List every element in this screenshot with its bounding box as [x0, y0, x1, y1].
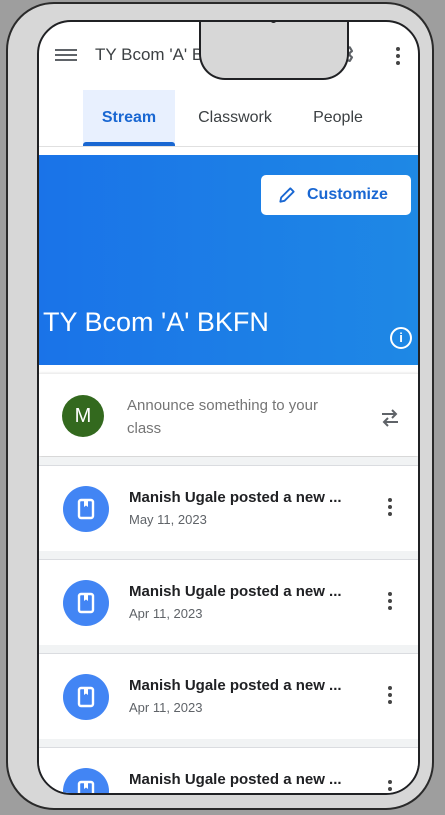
divider: [39, 645, 418, 653]
book-icon: [63, 486, 109, 532]
tab-stream[interactable]: Stream: [83, 90, 175, 146]
stream-post[interactable]: Manish Ugale posted a new ...: [39, 747, 418, 793]
announce-box[interactable]: M Announce something to your class: [39, 373, 418, 456]
post-date: May 11, 2023: [129, 512, 207, 527]
more-vert-icon[interactable]: [385, 778, 395, 793]
class-banner: Customize TY Bcom 'A' BKFN i: [39, 155, 418, 365]
announce-placeholder[interactable]: Announce something to your class: [127, 394, 327, 440]
stream-post[interactable]: Manish Ugale posted a new ... May 11, 20…: [39, 465, 418, 552]
tab-bar: Stream Classwork People: [39, 90, 418, 147]
post-title: Manish Ugale posted a new ...: [129, 771, 342, 788]
post-title: Manish Ugale posted a new ...: [129, 677, 342, 694]
info-icon[interactable]: i: [390, 327, 412, 349]
class-title: TY Bcom 'A' BKFN: [43, 307, 269, 337]
tab-classwork[interactable]: Classwork: [185, 90, 285, 146]
more-vert-icon[interactable]: [385, 684, 395, 708]
post-date: Apr 11, 2023: [129, 700, 203, 715]
app-screen: TY Bcom 'A' BKFN Stream Classwork People…: [37, 20, 420, 795]
book-icon: [63, 580, 109, 626]
repost-icon[interactable]: [378, 406, 402, 430]
divider: [39, 551, 418, 559]
post-date: Apr 11, 2023: [129, 606, 203, 621]
stream-post[interactable]: Manish Ugale posted a new ... Apr 11, 20…: [39, 653, 418, 740]
book-icon: [63, 674, 109, 720]
avatar: M: [62, 395, 104, 437]
phone-notch: [199, 22, 349, 80]
stream-post[interactable]: Manish Ugale posted a new ... Apr 11, 20…: [39, 559, 418, 646]
customize-label: Customize: [307, 186, 388, 203]
camera-dot: [270, 22, 277, 23]
divider: [39, 457, 418, 465]
customize-button[interactable]: Customize: [261, 175, 411, 215]
book-icon: [63, 768, 109, 793]
divider: [39, 739, 418, 747]
tab-people[interactable]: People: [301, 90, 375, 146]
more-vert-icon[interactable]: [385, 590, 395, 614]
more-vert-icon[interactable]: [385, 496, 395, 520]
edit-pencil-icon: [279, 187, 295, 203]
menu-icon[interactable]: [55, 46, 77, 64]
more-vert-icon[interactable]: [395, 44, 401, 68]
post-title: Manish Ugale posted a new ...: [129, 583, 342, 600]
post-title: Manish Ugale posted a new ...: [129, 489, 342, 506]
